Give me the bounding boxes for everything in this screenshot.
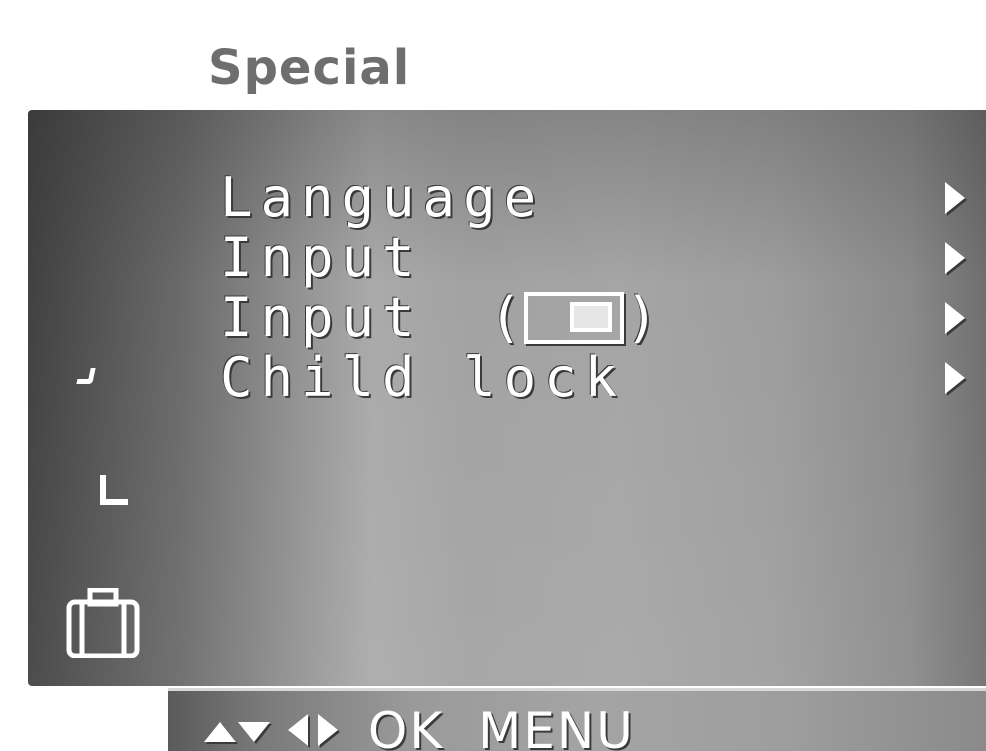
paren-open: ( — [489, 286, 522, 349]
menu-item-child-lock[interactable]: Child lock — [220, 348, 965, 408]
menu-key-label: MENU — [478, 702, 635, 751]
submenu-arrow-icon — [945, 302, 965, 334]
menu-item-input[interactable]: Input — [220, 228, 965, 288]
menu-item-label: Child lock — [220, 346, 626, 409]
up-down-arrows-icon — [204, 706, 278, 746]
menu-item-label: Input — [220, 226, 423, 289]
menu-list: Language Input Input () Child lock — [220, 168, 965, 408]
corner-icon — [100, 475, 128, 505]
menu-item-label: Input — [220, 286, 423, 349]
pip-subwindow — [569, 302, 612, 332]
paren-close: ) — [625, 286, 659, 349]
left-right-arrows-icon — [288, 706, 354, 746]
submenu-arrow-icon — [945, 362, 965, 394]
footer-content: OK MENU — [204, 706, 635, 751]
menu-item-language[interactable]: Language — [220, 168, 965, 228]
submenu-arrow-icon — [945, 242, 965, 274]
page-title: Special — [208, 40, 411, 96]
footer-key-guide: OK MENU — [168, 688, 986, 751]
submenu-arrow-icon — [945, 182, 965, 214]
pip-indicator: () — [489, 288, 658, 348]
menu-item-label: Language — [220, 166, 545, 229]
osd-menu-panel: Language Input Input () Child lock — [28, 110, 986, 686]
menu-item-input-pip[interactable]: Input () — [220, 288, 965, 348]
check-icon — [76, 368, 96, 384]
ok-key-label: OK — [368, 702, 445, 751]
lock-icon — [66, 588, 140, 658]
pip-icon — [523, 292, 624, 344]
